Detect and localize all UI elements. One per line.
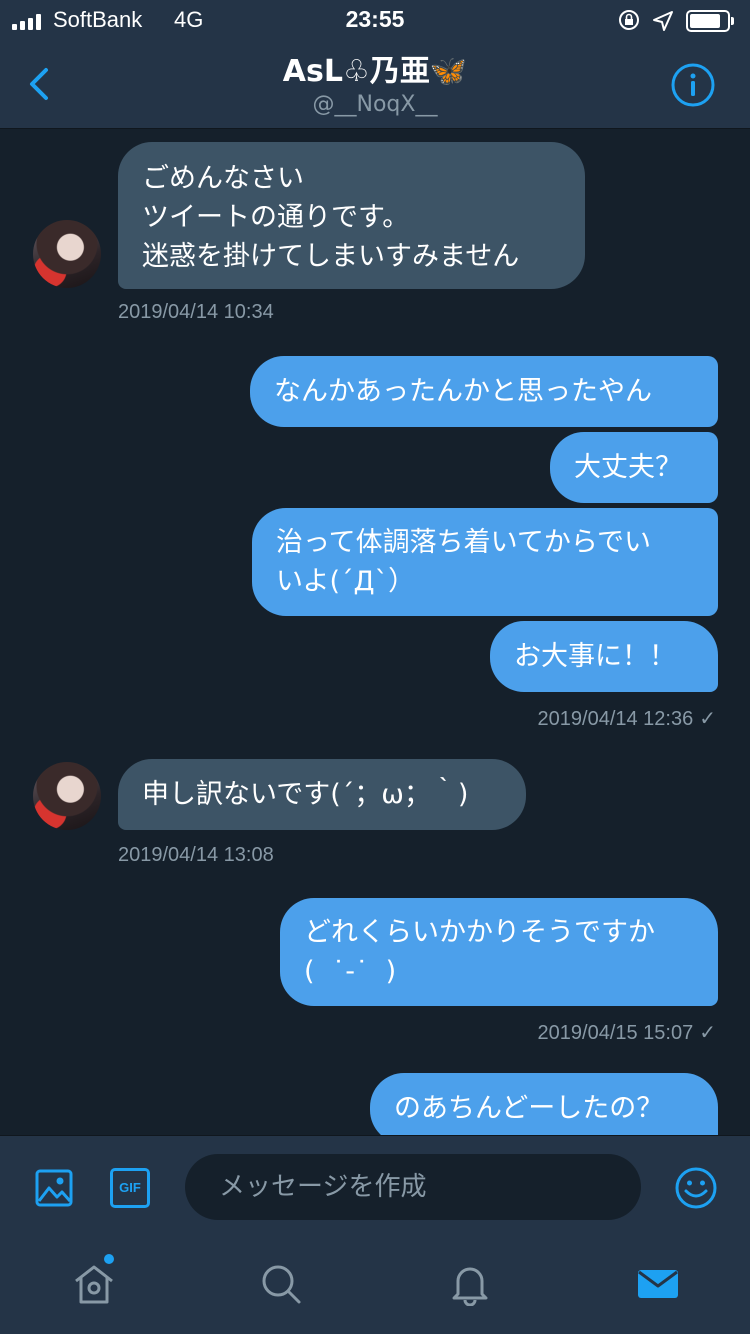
notification-dot [104, 1254, 114, 1264]
user-handle: @__NoqX__ [312, 92, 438, 117]
location-icon [653, 11, 673, 31]
message-composer: GIF メッセージを作成 [0, 1135, 750, 1241]
conversation-title: AsL♧乃亜🦋 [282, 54, 468, 89]
message-bubble-outgoing[interactable]: どれくらいかかりそうですか ( ˙-˙ ) [280, 898, 718, 1006]
message-bubble-outgoing[interactable]: なんかあったんかと思ったやん [250, 356, 718, 427]
timestamp-text: 2019/04/14 12:36 [537, 708, 694, 730]
message-bubble-outgoing[interactable]: のあちんどーしたの？ [370, 1073, 718, 1135]
rotation-lock-icon [619, 10, 639, 30]
message-timestamp: 2019/04/14 12:36 ✓ [538, 706, 716, 731]
message-thread[interactable]: ごめんなさい ツイートの通りです。 迷惑を掛けてしまいすみません 2019/04… [0, 128, 750, 1135]
search-icon[interactable] [259, 1262, 303, 1306]
timestamp-text: 2019/04/15 15:07 [537, 1022, 694, 1044]
image-icon[interactable] [34, 1168, 74, 1208]
mail-icon[interactable] [636, 1262, 680, 1306]
message-bubble-outgoing[interactable]: 大丈夫？ [550, 432, 718, 503]
avatar[interactable] [33, 762, 101, 830]
avatar[interactable] [33, 220, 101, 288]
home-icon[interactable] [72, 1262, 116, 1306]
message-input[interactable]: メッセージを作成 [185, 1154, 641, 1220]
bell-icon[interactable] [448, 1262, 492, 1306]
message-bubble-incoming[interactable]: ごめんなさい ツイートの通りです。 迷惑を掛けてしまいすみません [118, 142, 585, 289]
info-icon[interactable] [670, 62, 716, 108]
gif-button[interactable]: GIF [110, 1168, 150, 1208]
conversation-header: AsL♧乃亜🦋 @__NoqX__ [0, 40, 750, 129]
message-timestamp: 2019/04/14 13:08 [118, 844, 274, 866]
message-bubble-outgoing[interactable]: お大事に！！ [490, 621, 718, 692]
tab-bar [0, 1240, 750, 1334]
message-timestamp: 2019/04/14 10:34 [118, 301, 274, 323]
smiley-icon[interactable] [674, 1166, 718, 1210]
message-bubble-incoming[interactable]: 申し訳ないです(´；ω；｀) [118, 759, 526, 830]
status-bar: SoftBank 4G 23:55 [0, 0, 750, 40]
battery-icon [686, 10, 734, 32]
read-check-icon: ✓ [699, 1022, 716, 1044]
read-check-icon: ✓ [699, 708, 716, 730]
message-bubble-outgoing[interactable]: 治って体調落ち着いてからでい いよ(´Д`） [252, 508, 718, 616]
message-timestamp: 2019/04/15 15:07 ✓ [538, 1020, 716, 1045]
